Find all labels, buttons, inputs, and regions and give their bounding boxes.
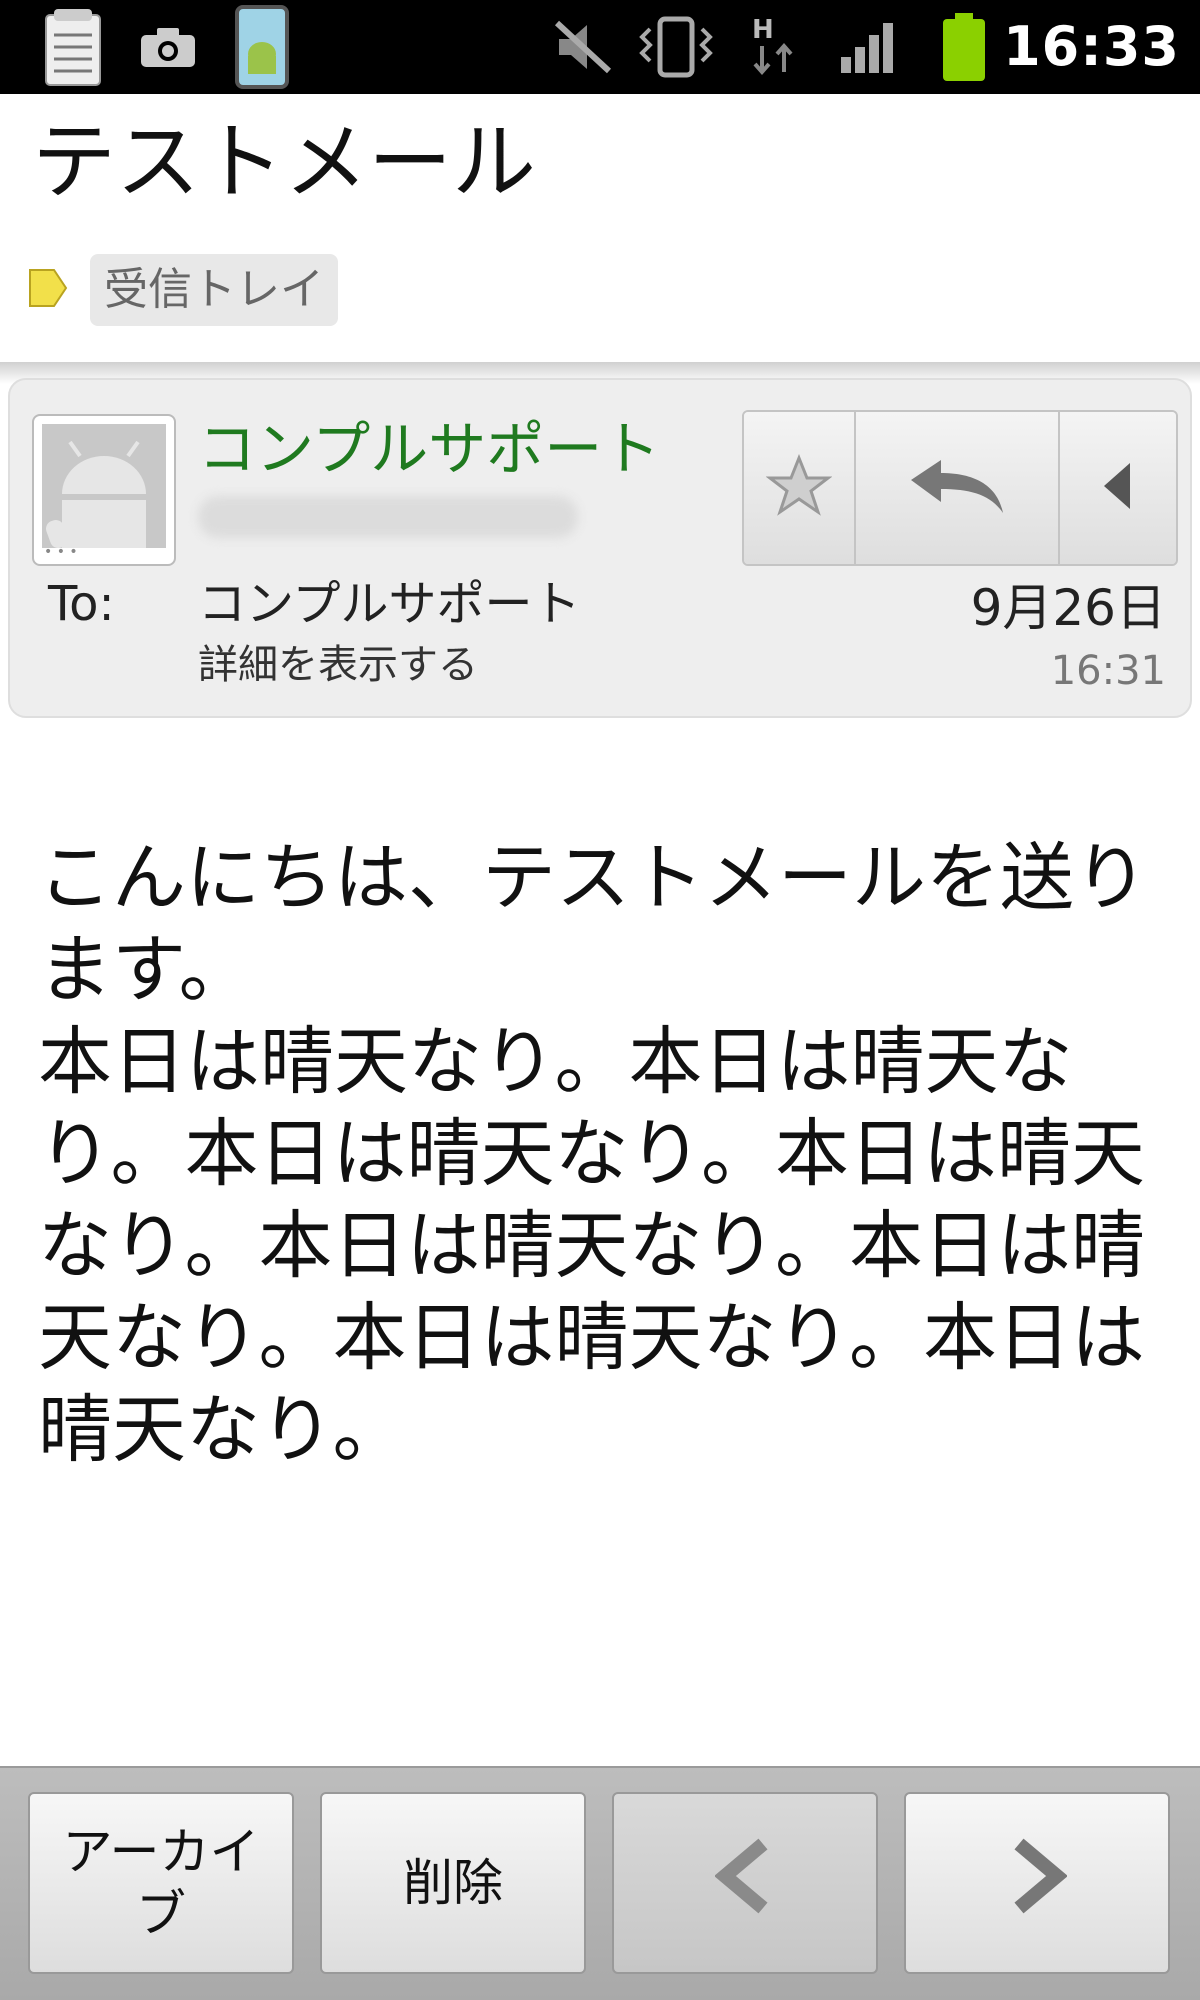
chevron-left-icon [714,1838,775,1928]
signal-icon [834,0,904,94]
message-body: こんにちは、テストメールを送ります。 本日は晴天なり。本日は晴天なり。本日は晴天… [38,832,1168,1476]
label-inbox[interactable]: 受信トレイ [90,254,338,326]
notepad-icon [38,0,108,94]
svg-text:H: H [752,15,774,45]
archive-label: アーカイブ [62,1823,260,1943]
status-time: 16:33 [1003,15,1180,78]
message-date: 9月26日 [970,579,1166,637]
expand-button[interactable] [1060,412,1176,564]
header-action-group [742,410,1178,566]
status-bar: H 16:33 [0,0,1200,94]
show-details-link[interactable]: 詳細を表示する [198,640,478,690]
sender-name[interactable]: コンプルサポート [198,414,660,484]
to-label: To: [48,576,115,632]
android-app-icon [232,0,292,94]
star-icon [765,453,833,522]
star-button[interactable] [744,412,856,564]
delete-button[interactable]: 削除 [320,1792,586,1974]
message-subject: テストメール [32,113,537,211]
archive-button[interactable]: アーカイブ [28,1792,294,1974]
camera-icon [136,0,200,94]
message-header: • • • コンプルサポート To: コンプルサポート 詳細を表示する 9月26… [8,378,1192,718]
data-h-arrows-icon: H [746,0,804,94]
avatar-dots: • • • [44,544,78,560]
avatar[interactable]: • • • [32,414,176,566]
label-tag-icon [28,266,68,310]
next-message-button[interactable] [904,1792,1170,1974]
recipient-name: コンプルサポート [198,576,581,632]
mute-icon [548,0,618,94]
sender-email-blurred [198,496,578,538]
message-time: 16:31 [1050,648,1166,694]
delete-label: 削除 [403,1854,503,1912]
battery-icon [936,0,992,94]
message-body-text: こんにちは、テストメールを送ります。 本日は晴天なり。本日は晴天なり。本日は晴天… [38,835,1148,1473]
reply-icon [907,456,1007,520]
bottom-action-bar: アーカイブ 削除 [0,1766,1200,2000]
chevron-right-icon [1007,1838,1068,1928]
vibrate-icon [634,0,718,94]
reply-button[interactable] [856,412,1060,564]
android-avatar-icon [42,424,166,548]
expand-left-icon [1100,459,1136,517]
previous-message-button[interactable] [612,1792,878,1974]
